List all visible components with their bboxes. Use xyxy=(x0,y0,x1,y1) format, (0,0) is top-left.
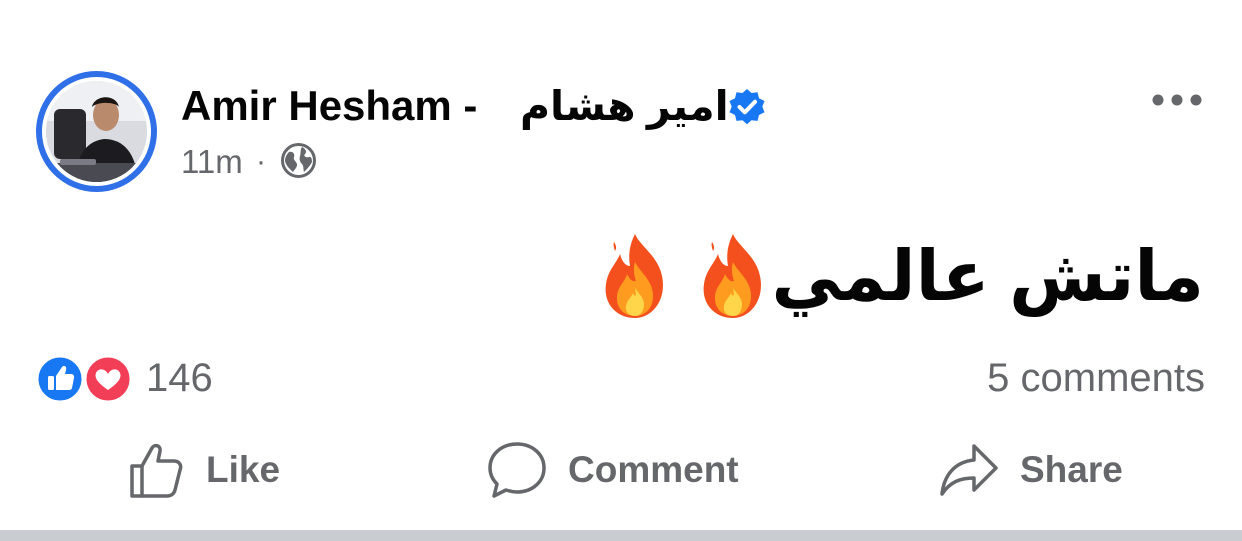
thumbs-up-icon xyxy=(130,443,183,498)
feed-divider xyxy=(0,530,1242,541)
love-reaction-icon xyxy=(83,355,133,403)
comments-count-link[interactable]: 5 comments xyxy=(987,354,1205,402)
like-reaction-icon xyxy=(36,355,85,403)
post-card: Amir Hesham - امير هشام 11m · ماتش عالمي xyxy=(0,0,1242,530)
avatar-person-icon xyxy=(46,81,147,182)
comment-bubble-icon xyxy=(488,442,546,498)
like-button[interactable]: Like xyxy=(126,436,280,504)
reaction-count[interactable]: 146 xyxy=(146,354,213,402)
verified-badge-icon xyxy=(729,89,765,125)
author-name[interactable]: Amir Hesham - xyxy=(181,80,477,132)
meta-separator: · xyxy=(256,145,266,178)
more-options-icon[interactable] xyxy=(1151,90,1203,110)
share-button-label: Share xyxy=(1020,449,1123,490)
comment-button-label: Comment xyxy=(568,449,739,490)
fire-emoji-icon xyxy=(703,234,761,318)
author-name-arabic[interactable]: امير هشام xyxy=(520,80,729,132)
comment-button[interactable]: Comment xyxy=(486,436,739,504)
share-arrow-icon xyxy=(940,444,998,496)
like-button-label: Like xyxy=(206,449,281,490)
share-button[interactable]: Share xyxy=(938,436,1123,504)
avatar-photo xyxy=(46,81,147,182)
post-timestamp[interactable]: 11m xyxy=(181,142,243,182)
reactions-summary[interactable] xyxy=(36,355,134,403)
globe-icon[interactable] xyxy=(280,142,317,179)
author-avatar[interactable] xyxy=(36,71,157,192)
fire-emoji-icon xyxy=(605,234,663,318)
post-text: ماتش عالمي xyxy=(771,237,1204,315)
